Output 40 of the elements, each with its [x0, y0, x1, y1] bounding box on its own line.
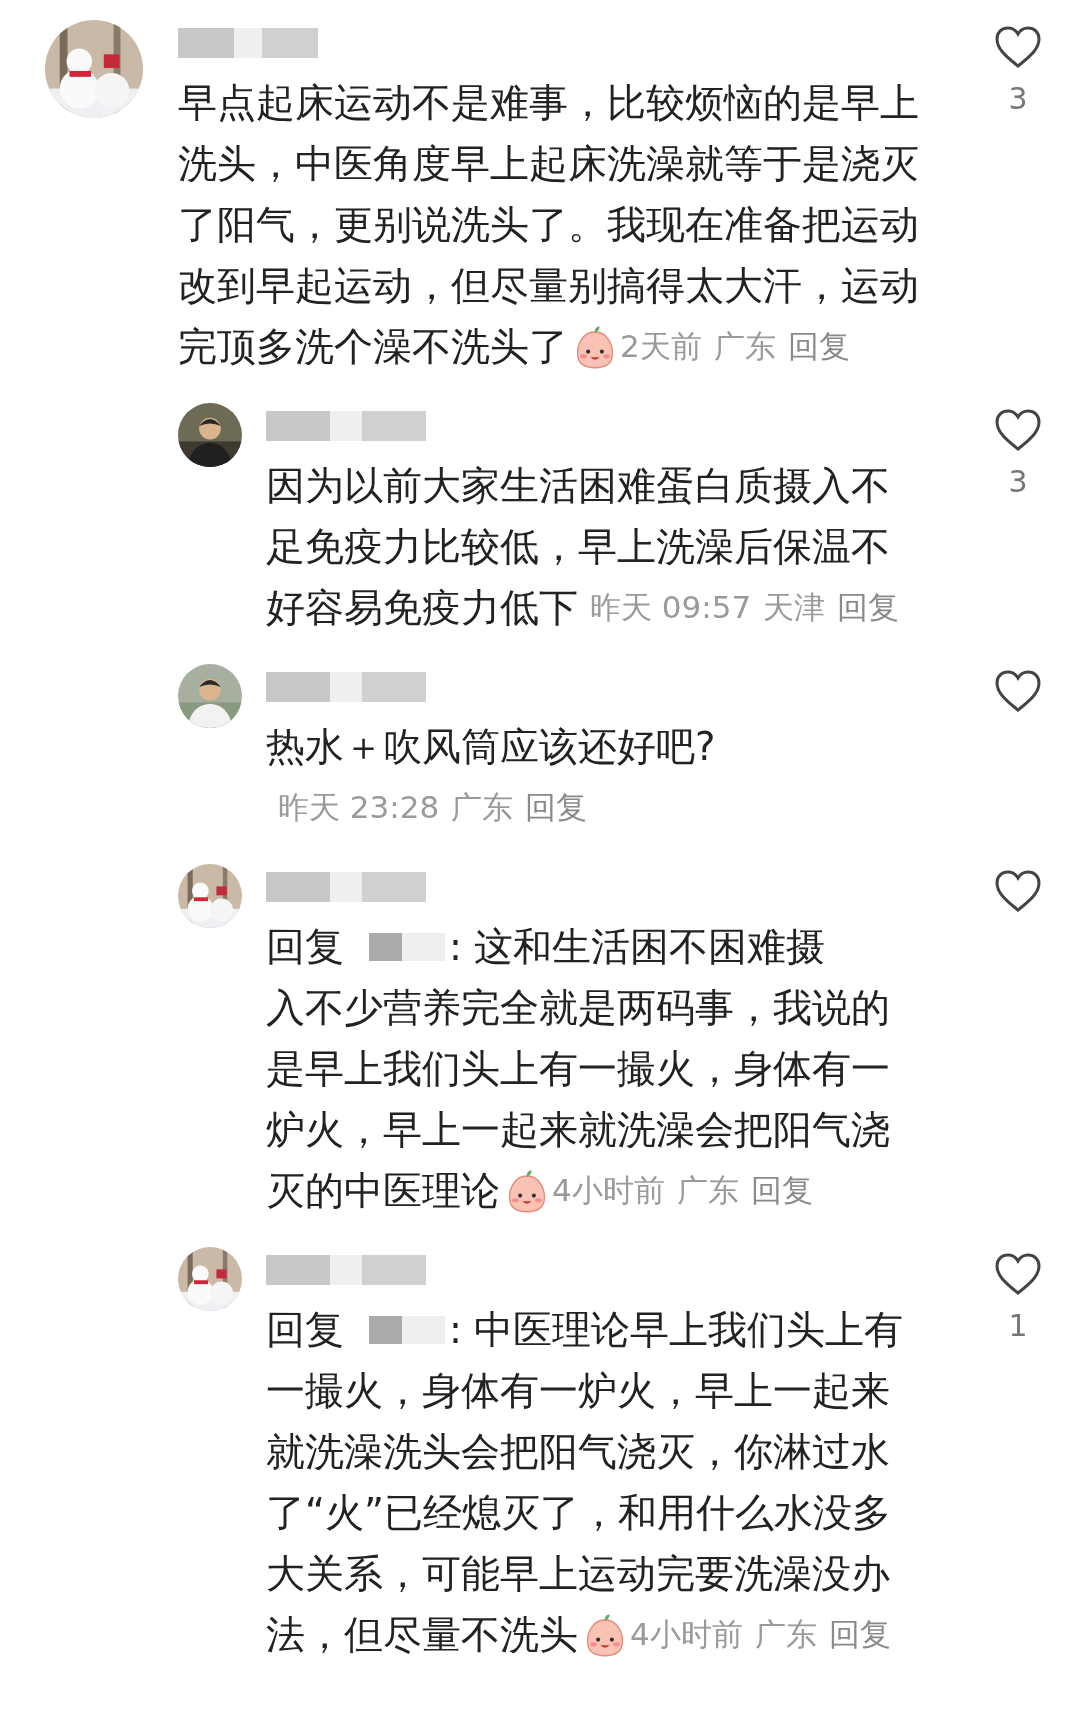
comment-line: 洗头，中医角度早上起床洗澡就等于是浇灭 — [178, 140, 919, 188]
comment-line: 大关系，可能早上运动完要洗澡没办 — [266, 1550, 890, 1598]
comment-time: 昨天 09:57 — [590, 588, 752, 627]
comment-line: 早点起床运动不是难事，比较烦恼的是早上 — [178, 79, 919, 127]
comment-line: : 中医理论早上我们头上有 — [449, 1306, 904, 1354]
comment-line: 了“火”已经熄灭了，和用什么水没多 — [266, 1489, 891, 1537]
comment-line: 了阳气，更别说洗头了。我现在准备把运动 — [178, 201, 919, 249]
comment-line: 入不少营养完全就是两码事，我说的 — [266, 984, 890, 1032]
comment-time: 2天前 — [620, 327, 702, 366]
comment-line: 足免疫力比较低，早上洗澡后保温不 — [266, 523, 890, 571]
reply-link[interactable]: 回复 — [787, 316, 850, 377]
comment-time: 4小时前 — [630, 1615, 743, 1654]
comment-line: 炉火，早上一起来就洗澡会把阳气浇 — [266, 1106, 890, 1154]
comment-location: 广东 — [713, 327, 776, 366]
like-count: 3 — [1008, 464, 1028, 499]
comment-line: 好容易免疫力低下 — [266, 584, 578, 632]
comment-line: 改到早起运动，但尽量别搞得太大汗，运动 — [178, 262, 919, 310]
like-count: 3 — [1008, 81, 1028, 116]
comment-location: 广东 — [754, 1615, 817, 1654]
reply-link[interactable]: 回复 — [750, 1160, 813, 1221]
reply-label: 回复 — [266, 1306, 344, 1354]
like-count: 1 — [1008, 1308, 1028, 1343]
comment-time: 昨天 23:28 — [278, 788, 440, 827]
comment-line: : 这和生活困不困难摄 — [449, 923, 826, 971]
comment-line: 热水＋吹风筒应该还好吧? — [266, 723, 716, 771]
comment-location: 天津 — [763, 588, 826, 627]
comment-line: 完顶多洗个澡不洗头了 — [178, 323, 568, 371]
comment-line: 就洗澡洗头会把阳气浇灭，你淋过水 — [266, 1428, 890, 1476]
comment-location: 广东 — [676, 1171, 739, 1210]
reply-link[interactable]: 回复 — [837, 577, 900, 638]
reply-link[interactable]: 回复 — [525, 777, 588, 838]
reply-link[interactable]: 回复 — [828, 1604, 891, 1665]
comment-line: 是早上我们头上有一撮火，身体有一 — [266, 1045, 890, 1093]
reply-label: 回复 — [266, 923, 344, 971]
comment-time: 4小时前 — [552, 1171, 665, 1210]
comment-line: 法，但尽量不洗头 — [266, 1611, 578, 1659]
comment-line: 因为以前大家生活困难蛋白质摄入不 — [266, 462, 890, 510]
comment-location: 广东 — [451, 788, 514, 827]
comment-line: 灭的中医理论 — [266, 1167, 500, 1215]
comment-line: 一撮火，身体有一炉火，早上一起来 — [266, 1367, 890, 1415]
